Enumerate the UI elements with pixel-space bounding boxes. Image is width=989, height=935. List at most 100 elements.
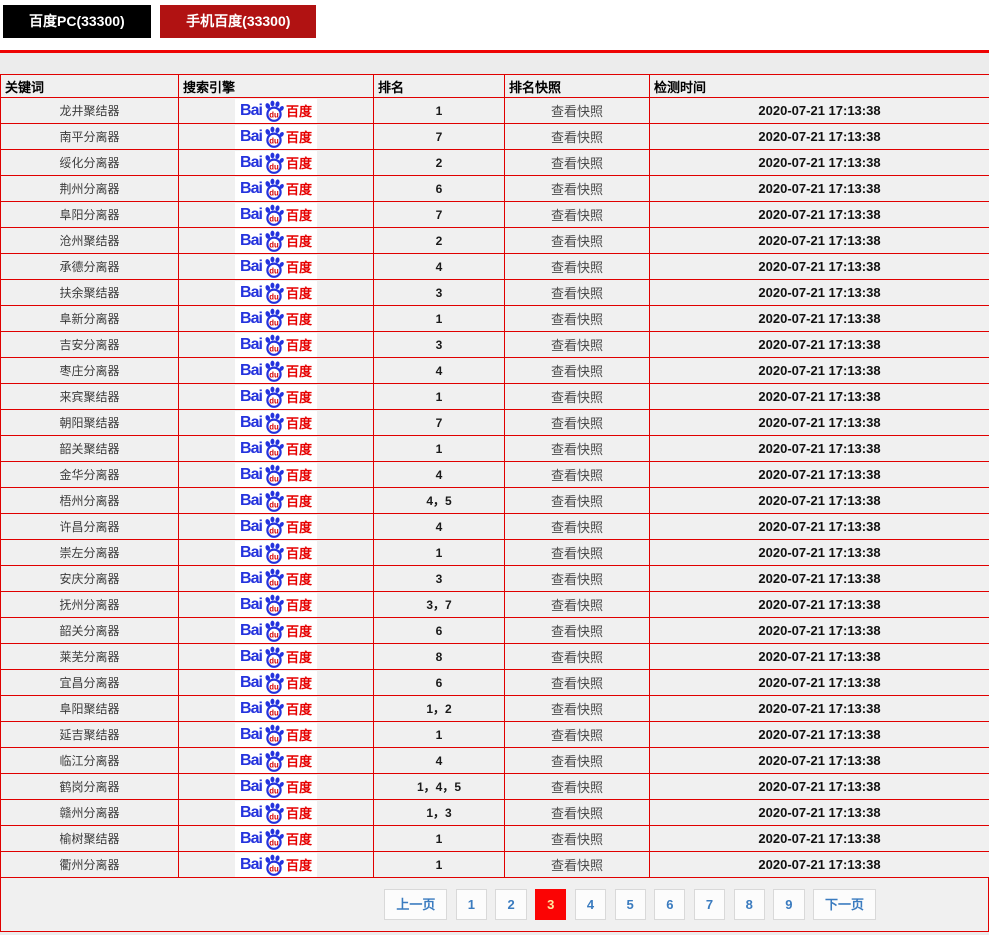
view-snapshot-link[interactable]: 查看快照 <box>551 494 603 509</box>
baidu-paw-icon: du <box>263 178 285 200</box>
baidu-paw-icon: du <box>263 464 285 486</box>
pagination-page-5[interactable]: 5 <box>615 889 646 920</box>
baidu-logo-cn-text: 百度 <box>286 673 312 692</box>
baidu-logo-cn-text: 百度 <box>286 309 312 328</box>
view-snapshot-link[interactable]: 查看快照 <box>551 182 603 197</box>
baidu-logo-cn-text: 百度 <box>286 777 312 796</box>
view-snapshot-link[interactable]: 查看快照 <box>551 286 603 301</box>
baidu-logo-cn-text: 百度 <box>286 699 312 718</box>
table-row: 扶余聚结器 Bai du 百度 3 查看快照 2020-07-21 17:13:… <box>1 280 989 306</box>
pagination-page-2[interactable]: 2 <box>495 889 526 920</box>
pagination-page-9[interactable]: 9 <box>773 889 804 920</box>
view-snapshot-link[interactable]: 查看快照 <box>551 416 603 431</box>
time-cell: 2020-07-21 17:13:38 <box>650 358 989 384</box>
snapshot-cell: 查看快照 <box>505 384 650 410</box>
view-snapshot-link[interactable]: 查看快照 <box>551 832 603 847</box>
keyword-cell: 龙井聚结器 <box>1 98 179 124</box>
pagination-next[interactable]: 下一页 <box>813 889 876 920</box>
table-row: 梧州分离器 Bai du 百度 4，5 查看快照 2020-07-21 17:1… <box>1 488 989 514</box>
header-keyword: 关键词 <box>1 75 179 98</box>
view-snapshot-link[interactable]: 查看快照 <box>551 728 603 743</box>
rank-cell: 7 <box>374 410 505 436</box>
time-cell: 2020-07-21 17:13:38 <box>650 384 989 410</box>
view-snapshot-link[interactable]: 查看快照 <box>551 338 603 353</box>
baidu-logo-bai-text: Bai <box>240 414 262 432</box>
engine-cell: Bai du 百度 <box>179 800 374 826</box>
baidu-logo-cn-text: 百度 <box>286 231 312 250</box>
view-snapshot-link[interactable]: 查看快照 <box>551 806 603 821</box>
view-snapshot-link[interactable]: 查看快照 <box>551 208 603 223</box>
tab-mobile-baidu[interactable]: 手机百度(33300) <box>160 5 316 38</box>
baidu-logo-cn-text: 百度 <box>286 153 312 172</box>
view-snapshot-link[interactable]: 查看快照 <box>551 780 603 795</box>
svg-text:du: du <box>269 760 279 769</box>
engine-cell: Bai du 百度 <box>179 540 374 566</box>
rank-cell: 1 <box>374 826 505 852</box>
view-snapshot-link[interactable]: 查看快照 <box>551 520 603 535</box>
table-row: 韶关分离器 Bai du 百度 6 查看快照 2020-07-21 17:13:… <box>1 618 989 644</box>
pagination-page-3[interactable]: 3 <box>535 889 566 920</box>
view-snapshot-link[interactable]: 查看快照 <box>551 676 603 691</box>
view-snapshot-link[interactable]: 查看快照 <box>551 156 603 171</box>
snapshot-cell: 查看快照 <box>505 306 650 332</box>
table-row: 榆树聚结器 Bai du 百度 1 查看快照 2020-07-21 17:13:… <box>1 826 989 852</box>
keyword-cell: 莱芜分离器 <box>1 644 179 670</box>
keyword-cell: 宜昌分离器 <box>1 670 179 696</box>
snapshot-cell: 查看快照 <box>505 540 650 566</box>
view-snapshot-link[interactable]: 查看快照 <box>551 598 603 613</box>
view-snapshot-link[interactable]: 查看快照 <box>551 572 603 587</box>
baidu-logo: Bai du 百度 <box>235 99 317 123</box>
svg-text:du: du <box>269 656 279 665</box>
keyword-cell: 沧州聚结器 <box>1 228 179 254</box>
baidu-logo-bai-text: Bai <box>240 362 262 380</box>
tab-baidu-pc[interactable]: 百度PC(33300) <box>3 5 151 38</box>
view-snapshot-link[interactable]: 查看快照 <box>551 546 603 561</box>
keyword-cell: 荆州分离器 <box>1 176 179 202</box>
pagination-page-8[interactable]: 8 <box>734 889 765 920</box>
baidu-logo-cn-text: 百度 <box>286 517 312 536</box>
baidu-logo: Bai du 百度 <box>235 541 317 565</box>
baidu-paw-icon: du <box>263 672 285 694</box>
engine-cell: Bai du 百度 <box>179 696 374 722</box>
svg-text:du: du <box>269 708 279 717</box>
view-snapshot-link[interactable]: 查看快照 <box>551 234 603 249</box>
rank-cell: 4 <box>374 514 505 540</box>
table-body: 龙井聚结器 Bai du 百度 1 查看快照 2020-07-21 17:13:… <box>1 98 989 878</box>
engine-cell: Bai du 百度 <box>179 358 374 384</box>
view-snapshot-link[interactable]: 查看快照 <box>551 364 603 379</box>
rank-cell: 6 <box>374 670 505 696</box>
baidu-logo-cn-text: 百度 <box>286 725 312 744</box>
view-snapshot-link[interactable]: 查看快照 <box>551 104 603 119</box>
pagination-page-4[interactable]: 4 <box>575 889 606 920</box>
pagination-page-7[interactable]: 7 <box>694 889 725 920</box>
header-check-time: 检测时间 <box>650 75 989 98</box>
snapshot-cell: 查看快照 <box>505 280 650 306</box>
keyword-cell: 金华分离器 <box>1 462 179 488</box>
time-cell: 2020-07-21 17:13:38 <box>650 228 989 254</box>
svg-text:du: du <box>269 734 279 743</box>
view-snapshot-link[interactable]: 查看快照 <box>551 624 603 639</box>
svg-text:du: du <box>269 604 279 613</box>
table-footer: 上一页 1 2 3 4 5 6 7 8 9 下一页 <box>0 878 989 932</box>
engine-cell: Bai du 百度 <box>179 670 374 696</box>
view-snapshot-link[interactable]: 查看快照 <box>551 260 603 275</box>
pagination-page-1[interactable]: 1 <box>456 889 487 920</box>
view-snapshot-link[interactable]: 查看快照 <box>551 312 603 327</box>
view-snapshot-link[interactable]: 查看快照 <box>551 754 603 769</box>
table-row: 龙井聚结器 Bai du 百度 1 查看快照 2020-07-21 17:13:… <box>1 98 989 124</box>
view-snapshot-link[interactable]: 查看快照 <box>551 702 603 717</box>
view-snapshot-link[interactable]: 查看快照 <box>551 442 603 457</box>
baidu-paw-icon: du <box>263 308 285 330</box>
view-snapshot-link[interactable]: 查看快照 <box>551 130 603 145</box>
pagination-prev[interactable]: 上一页 <box>384 889 447 920</box>
view-snapshot-link[interactable]: 查看快照 <box>551 468 603 483</box>
baidu-logo-bai-text: Bai <box>240 622 262 640</box>
view-snapshot-link[interactable]: 查看快照 <box>551 858 603 873</box>
view-snapshot-link[interactable]: 查看快照 <box>551 390 603 405</box>
pagination-page-6[interactable]: 6 <box>654 889 685 920</box>
baidu-logo-bai-text: Bai <box>240 180 262 198</box>
rank-cell: 3，7 <box>374 592 505 618</box>
baidu-logo-bai-text: Bai <box>240 648 262 666</box>
view-snapshot-link[interactable]: 查看快照 <box>551 650 603 665</box>
snapshot-cell: 查看快照 <box>505 644 650 670</box>
